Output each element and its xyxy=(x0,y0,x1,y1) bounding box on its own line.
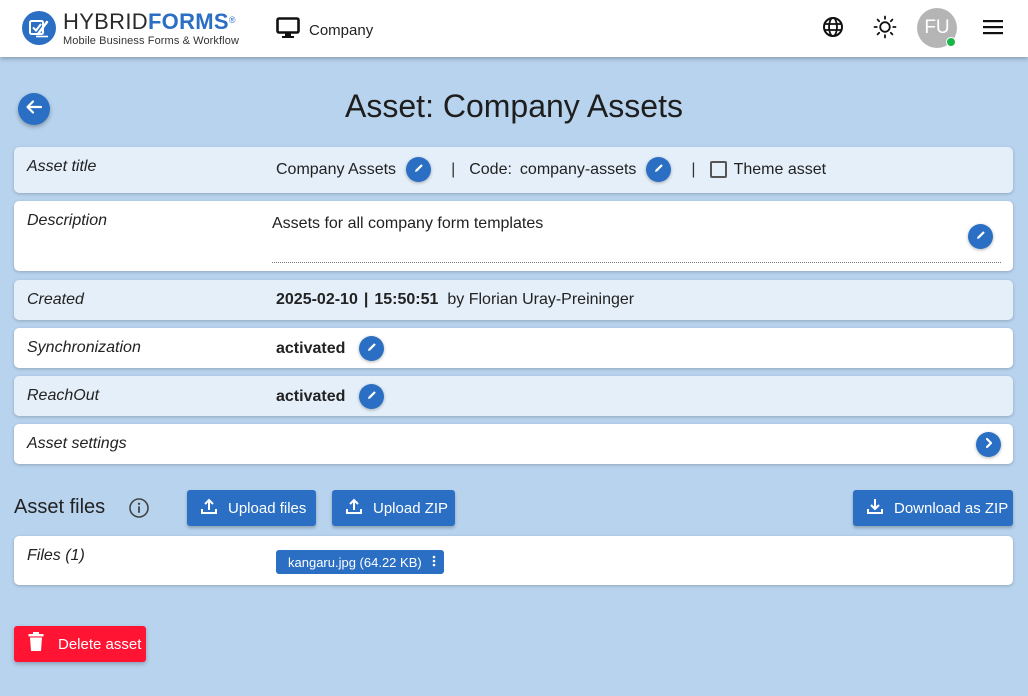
description-label: Description xyxy=(27,212,108,229)
more-vertical-icon[interactable] xyxy=(432,555,436,570)
logo-brand-light: HYBRID xyxy=(63,9,148,34)
asset-settings-label: Asset settings xyxy=(27,435,127,452)
upload-icon xyxy=(200,497,218,519)
asset-settings-row[interactable]: Asset settings xyxy=(14,424,1013,464)
synchronization-label: Synchronization xyxy=(27,339,141,356)
created-separator: | xyxy=(363,291,369,308)
synchronization-row: Synchronization activated xyxy=(14,328,1013,368)
logo-registered: ® xyxy=(228,15,236,25)
pencil-icon xyxy=(975,228,987,246)
download-zip-label: Download as ZIP xyxy=(894,499,1009,517)
created-date: 2025-02-10 xyxy=(276,291,358,308)
files-label: Files (1) xyxy=(27,547,85,564)
asset-title-label: Asset title xyxy=(27,158,97,175)
edit-code-button[interactable] xyxy=(646,157,672,182)
monitor-icon xyxy=(276,17,300,44)
delete-asset-button[interactable]: Delete asset xyxy=(14,626,146,662)
upload-zip-label: Upload ZIP xyxy=(373,499,449,517)
company-label: Company xyxy=(309,22,374,39)
open-asset-settings-button[interactable] xyxy=(976,432,1001,457)
code-value: company-assets xyxy=(519,160,637,178)
download-zip-button[interactable]: Download as ZIP xyxy=(853,490,1013,526)
edit-reachout-button[interactable] xyxy=(359,384,385,409)
description-value[interactable]: Assets for all company form templates xyxy=(272,215,543,233)
theme-toggle-button[interactable] xyxy=(870,14,900,44)
company-switcher[interactable]: Company xyxy=(276,17,373,44)
hamburger-menu-icon xyxy=(983,19,1003,40)
asset-title-value: Company Assets xyxy=(276,160,397,178)
hybridforms-logo[interactable]: HYBRIDFORMS® Mobile Business Forms & Wor… xyxy=(22,10,252,48)
edit-title-button[interactable] xyxy=(406,157,432,182)
theme-asset-label: Theme asset xyxy=(733,160,827,178)
file-chip[interactable]: kangaru.jpg (64.22 KB) xyxy=(276,550,444,574)
created-time: 15:50:51 xyxy=(374,291,439,308)
logo-tagline: Mobile Business Forms & Workflow xyxy=(63,35,239,47)
info-icon[interactable] xyxy=(128,497,150,519)
asset-files-title: Asset files xyxy=(14,496,106,518)
chevron-right-icon xyxy=(984,436,994,454)
created-label: Created xyxy=(27,291,84,308)
top-bar: HYBRIDFORMS® Mobile Business Forms & Wor… xyxy=(0,0,1028,57)
separator: | xyxy=(451,160,456,178)
user-avatar[interactable]: FU xyxy=(917,8,957,48)
pencil-icon xyxy=(413,161,425,179)
separator: | xyxy=(691,160,696,178)
logo-brand-bold: FORMS xyxy=(147,9,229,34)
edit-description-button[interactable] xyxy=(968,224,993,249)
upload-icon xyxy=(345,497,363,519)
upload-zip-button[interactable]: Upload ZIP xyxy=(332,490,455,526)
sun-icon xyxy=(873,15,897,44)
download-icon xyxy=(866,497,884,519)
description-row: Description Assets for all company form … xyxy=(14,201,1013,271)
delete-asset-label: Delete asset xyxy=(58,635,142,653)
synchronization-value: activated xyxy=(276,339,346,357)
logo-badge-icon xyxy=(22,11,56,45)
avatar-initials: FU xyxy=(924,17,950,38)
pencil-icon xyxy=(366,340,378,358)
file-name: kangaru.jpg (64.22 KB) xyxy=(288,554,422,570)
main-menu-button[interactable] xyxy=(978,14,1008,44)
files-row: Files (1) kangaru.jpg (64.22 KB) xyxy=(14,536,1013,585)
language-button[interactable] xyxy=(818,14,848,44)
page-title: Asset: Company Assets xyxy=(345,88,683,124)
reachout-label: ReachOut xyxy=(27,387,100,404)
created-by: by Florian Uray-Preininger xyxy=(447,291,635,308)
created-row: Created 2025-02-10 | 15:50:51 by Florian… xyxy=(14,280,1013,320)
globe-icon xyxy=(822,16,844,43)
reachout-row: ReachOut activated xyxy=(14,376,1013,416)
pencil-icon xyxy=(653,161,665,179)
online-status-indicator xyxy=(946,37,956,47)
pencil-icon xyxy=(366,388,378,406)
reachout-value: activated xyxy=(276,387,346,405)
edit-synchronization-button[interactable] xyxy=(359,336,385,361)
asset-title-row: Asset title Company Assets | Code: compa… xyxy=(14,147,1013,193)
code-label: Code: xyxy=(469,160,512,178)
upload-files-label: Upload files xyxy=(228,499,307,517)
upload-files-button[interactable]: Upload files xyxy=(187,490,316,526)
theme-asset-checkbox[interactable] xyxy=(709,161,727,178)
description-underline xyxy=(272,262,1001,263)
trash-icon xyxy=(28,632,44,656)
